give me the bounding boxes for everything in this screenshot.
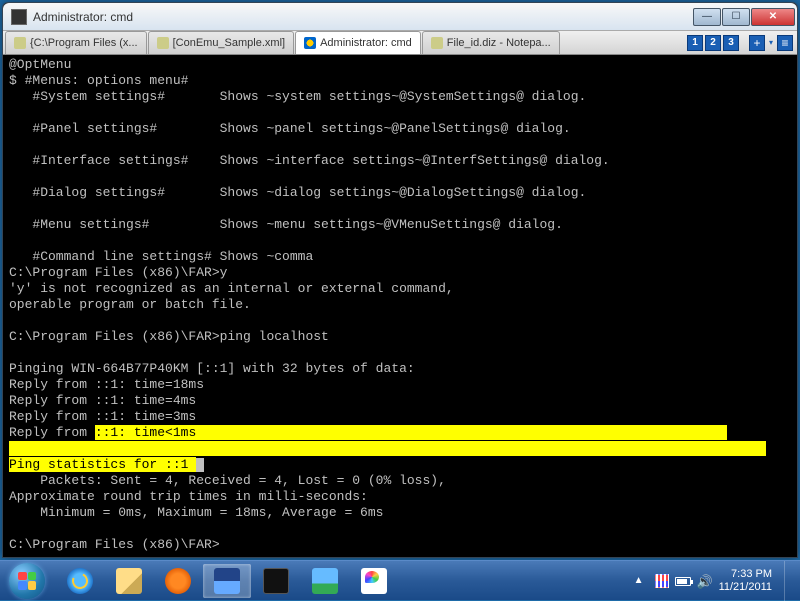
close-button[interactable]: ✕	[751, 8, 795, 26]
windows-logo-icon	[9, 563, 45, 599]
tray-icons: 🔊	[655, 574, 711, 588]
cmd-icon	[263, 568, 289, 594]
app-icon	[11, 9, 27, 25]
start-button[interactable]	[0, 561, 54, 601]
clock-time: 7:33 PM	[719, 568, 772, 581]
tab-conemu-sample[interactable]: [ConEmu_Sample.xml]	[148, 31, 295, 54]
tab-admin-cmd[interactable]: Administrator: cmd	[295, 31, 421, 54]
file-icon	[431, 37, 443, 49]
console-2-button[interactable]: 2	[705, 35, 721, 51]
taskbar-pictures[interactable]	[301, 564, 349, 598]
tab-label: File_id.diz - Notepa...	[447, 37, 551, 49]
media-player-icon	[165, 568, 191, 594]
taskbar-media-player[interactable]	[154, 564, 202, 598]
tab-notepad[interactable]: File_id.diz - Notepa...	[422, 31, 560, 54]
file-icon	[157, 37, 169, 49]
dropdown-icon[interactable]: ▾	[767, 35, 775, 51]
maximize-button[interactable]: ☐	[722, 8, 750, 26]
show-hidden-icons[interactable]: ▲	[631, 575, 647, 586]
minimize-button[interactable]: —	[693, 8, 721, 26]
explorer-icon	[116, 568, 142, 594]
volume-icon[interactable]: 🔊	[697, 574, 711, 588]
taskbar: ▲ 🔊 7:33 PM 11/21/2011	[0, 560, 800, 600]
conemu-icon	[214, 568, 240, 594]
action-center-icon[interactable]	[655, 574, 669, 588]
shield-icon	[304, 37, 316, 49]
titlebar[interactable]: Administrator: cmd — ☐ ✕	[3, 3, 797, 31]
taskbar-ie[interactable]	[56, 564, 104, 598]
window-controls: — ☐ ✕	[693, 8, 795, 26]
tabbar-spacer	[561, 31, 687, 54]
show-desktop-button[interactable]	[784, 561, 794, 601]
clock-date: 11/21/2011	[719, 581, 772, 594]
tabbar-controls: 1 2 3 + ▾	[687, 31, 797, 54]
folder-icon	[14, 37, 26, 49]
app-window: Administrator: cmd — ☐ ✕ {C:\Program Fil…	[2, 2, 798, 558]
menu-button[interactable]	[777, 35, 793, 51]
new-console-button[interactable]: +	[749, 35, 765, 51]
console-3-button[interactable]: 3	[723, 35, 739, 51]
taskbar-cmd[interactable]	[252, 564, 300, 598]
tab-label: [ConEmu_Sample.xml]	[173, 37, 286, 49]
picture-icon	[312, 568, 338, 594]
taskbar-paint[interactable]	[350, 564, 398, 598]
console-1-button[interactable]: 1	[687, 35, 703, 51]
tab-label: Administrator: cmd	[320, 37, 412, 49]
paint-icon	[361, 568, 387, 594]
tab-label: {C:\Program Files (x...	[30, 37, 138, 49]
window-title: Administrator: cmd	[33, 10, 693, 24]
taskbar-explorer[interactable]	[105, 564, 153, 598]
ie-icon	[67, 568, 93, 594]
tab-bar: {C:\Program Files (x... [ConEmu_Sample.x…	[3, 31, 797, 55]
system-tray: ▲ 🔊 7:33 PM 11/21/2011	[631, 561, 800, 600]
taskbar-conemu[interactable]	[203, 564, 251, 598]
tab-far-files[interactable]: {C:\Program Files (x...	[5, 31, 147, 54]
clock[interactable]: 7:33 PM 11/21/2011	[719, 568, 772, 594]
taskbar-items	[54, 561, 400, 600]
terminal-output[interactable]: @OptMenu$ #Menus: options menu# #System …	[3, 55, 797, 557]
battery-icon[interactable]	[675, 577, 691, 586]
